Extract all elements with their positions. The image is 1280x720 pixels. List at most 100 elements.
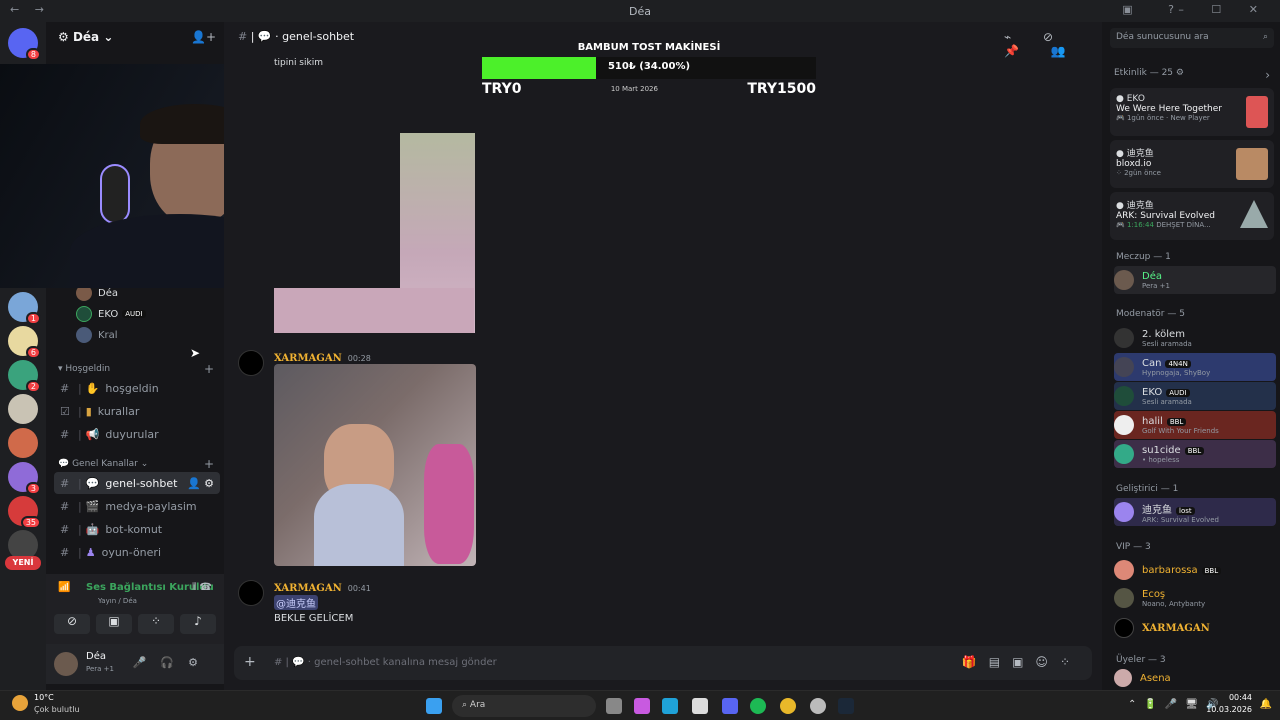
message-header: XARMAGAN 00:41 <box>274 583 371 594</box>
user-panel: Déa Pera +1 🎤🎧⚙ <box>46 644 224 684</box>
server-icon[interactable]: 6 <box>8 326 41 359</box>
activity-card[interactable]: ● EKO We Were Here Together 🎮 1gün önce … <box>1110 88 1274 136</box>
member-item[interactable]: su1cide BBL • hopeless <box>1114 440 1276 468</box>
mention[interactable]: @迪克鱼 <box>274 595 318 610</box>
discord-home-icon[interactable]: 8 <box>8 28 41 61</box>
member-item[interactable]: halil BBL Golf With Your Friends <box>1114 411 1276 439</box>
member-item[interactable]: Asena <box>1114 668 1276 688</box>
avatar[interactable] <box>238 580 264 606</box>
clock-time[interactable]: 00:44 <box>1229 693 1252 702</box>
server-icon[interactable]: 3 <box>8 462 41 495</box>
copilot-icon[interactable] <box>634 698 650 714</box>
user-controls-icons[interactable]: 🎤🎧⚙ <box>133 656 212 669</box>
member-item[interactable]: 2. kölem Sesli aramada <box>1114 324 1276 352</box>
channel-item-active[interactable]: # | 💬 genel-sohbet 👤 ⚙ <box>54 472 220 494</box>
image-attachment[interactable] <box>274 288 474 333</box>
server-icon[interactable]: 1 <box>8 292 41 325</box>
member-item[interactable]: Ecoş Noano, Antybanty <box>1114 584 1276 612</box>
edge-icon[interactable] <box>662 698 678 714</box>
goal-min: TRY0 <box>482 81 522 97</box>
activity-card[interactable]: ● 迪克鱼 bloxd.io ⁘ 2gün önce <box>1110 140 1274 188</box>
server-header[interactable]: ⚙ Déa ⌄ <box>58 30 113 44</box>
window-controls[interactable]: – ☐ ✕ <box>1178 3 1270 16</box>
channel-item[interactable]: # | ♟ oyun-öneri <box>54 541 220 563</box>
add-channel-icon[interactable]: + <box>204 362 214 376</box>
goal-bar: 510₺ (34.00%) <box>482 57 816 79</box>
member-panel: Déa sunucusunu ara ⌕ Etkinlik — 25 ⚙ › ● … <box>1102 22 1280 690</box>
search-icon: ⌕ <box>1262 32 1268 42</box>
clock-date: 10.03.2026 <box>1206 705 1252 714</box>
goal-title: BAMBUM TOST MAKİNESİ <box>577 42 721 53</box>
server-icon[interactable] <box>8 428 38 458</box>
member-item[interactable]: 迪克鱼 lost ARK: Survival Evolved <box>1114 498 1276 526</box>
store-icon[interactable] <box>692 698 708 714</box>
server-icon[interactable]: 35 <box>8 496 41 529</box>
member-item[interactable]: Déa Pera +1 <box>1114 266 1276 294</box>
channel-item[interactable]: # | 📢 duyurular <box>54 423 220 445</box>
channel-item[interactable]: # | 🎬 medya-paylasim <box>54 495 220 517</box>
title-bar: ← → Déa ▣ ? – ☐ ✕ <box>0 0 1280 22</box>
goal-progress-text: 510₺ (34.00%) <box>607 61 691 72</box>
member-item[interactable]: XARMAGAN <box>1114 614 1276 642</box>
video-attachment[interactable] <box>274 364 476 566</box>
avatar[interactable] <box>238 350 264 376</box>
activities-icon[interactable]: ⁘ <box>138 614 174 634</box>
member-item[interactable]: barbarossa BBL <box>1114 556 1276 584</box>
message-text: BEKLE GELİCEM <box>274 613 354 624</box>
server-icon[interactable] <box>8 394 38 424</box>
invite-icon[interactable]: 👤+ <box>191 30 216 44</box>
back-forward-icons[interactable]: ← → <box>10 3 50 16</box>
server-icon[interactable]: 2 <box>8 360 41 393</box>
discord-icon[interactable] <box>722 698 738 714</box>
section-header: Geliştirici — 1 <box>1116 484 1179 494</box>
camera-icon[interactable]: ⊘ <box>54 614 90 634</box>
soundboard-icon[interactable]: ♪ <box>180 614 216 634</box>
chevron-right-icon[interactable]: › <box>1265 68 1270 82</box>
header-icons[interactable]: ⌁ ⊘ 📌 👥 <box>1004 30 1102 58</box>
member-item[interactable]: EKO AUDI Sesli aramada <box>1114 382 1276 410</box>
obs-icon[interactable] <box>810 698 826 714</box>
disconnect-icon[interactable]: ⦀ ☎ <box>192 582 212 593</box>
steam-icon[interactable] <box>838 698 854 714</box>
input-action-icons[interactable]: 🎁▤▣☺⁘ <box>962 655 1082 669</box>
avatar <box>1114 588 1134 608</box>
avatar[interactable] <box>54 652 78 676</box>
chat-area: # | 💬 · genel-sohbet ⌁ ⊘ 📌 👥 BAMBUM TOST… <box>224 22 1102 690</box>
voice-panel: 📶 Ses Bağlantısı Kuruldu Yayın / Déa ⦀ ☎… <box>46 574 224 644</box>
voice-user[interactable]: EKO AUDI <box>76 306 146 322</box>
new-badge[interactable]: YENİ <box>5 556 41 570</box>
category-hosgeldin[interactable]: ▾ Hoşgeldin <box>58 364 110 374</box>
task-view-icon[interactable] <box>606 698 622 714</box>
add-channel-icon[interactable]: + <box>204 457 214 471</box>
message-input[interactable]: # | 💬 · genel-sohbet kanalına mesaj gönd… <box>274 657 497 668</box>
search-input[interactable]: Déa sunucusunu ara ⌕ <box>1110 28 1274 48</box>
channel-item[interactable]: ☑ | ▮ kurallar <box>54 400 220 422</box>
taskbar-search[interactable]: ⌕ Ara <box>452 695 596 717</box>
game-icon <box>1236 148 1268 180</box>
channel-settings-icon[interactable]: 👤 ⚙ <box>187 477 214 490</box>
truncated-message-text: tipini sikim <box>274 58 323 68</box>
channel-item[interactable]: # | ✋ hoşgeldin <box>54 377 220 399</box>
user-status: Pera +1 <box>86 665 114 673</box>
headset-icon <box>100 164 130 224</box>
notification-icon[interactable]: 🔔 <box>1260 699 1272 710</box>
voice-sub: Yayın / Déa <box>98 597 137 605</box>
windows-start-icon[interactable] <box>426 698 442 714</box>
add-attachment-icon[interactable]: + <box>244 654 256 670</box>
spotify-icon[interactable] <box>750 698 766 714</box>
screen-share-icon[interactable]: ▣ <box>96 614 132 634</box>
weather-icon[interactable] <box>12 695 28 711</box>
donation-goal: BAMBUM TOST MAKİNESİ 510₺ (34.00%) TRY0 … <box>482 42 816 97</box>
avatar <box>1114 560 1134 580</box>
voice-user[interactable]: Kral <box>76 327 118 343</box>
weather-temp[interactable]: 10°C <box>34 693 54 702</box>
channel-header: # | 💬 · genel-sohbet <box>238 30 355 43</box>
taskbar: 10°C Çok bulutlu ⌕ Ara ⌃🔋🎤🖥🔊 00:44 10.03… <box>0 690 1280 720</box>
message-input-box: + # | 💬 · genel-sohbet kanalına mesaj gö… <box>234 646 1092 680</box>
channel-item[interactable]: # | 🤖 bot-komut <box>54 518 220 540</box>
category-genel[interactable]: 💬 Genel Kanallar ⌄ <box>58 459 148 469</box>
chrome-icon[interactable] <box>780 698 796 714</box>
avatar <box>1114 415 1134 435</box>
activity-card[interactable]: ● 迪克鱼 ARK: Survival Evolved 🎮 1:16:44 DE… <box>1110 192 1274 240</box>
member-item[interactable]: Can 4N4N Hypnogaja, ShyBoy <box>1114 353 1276 381</box>
